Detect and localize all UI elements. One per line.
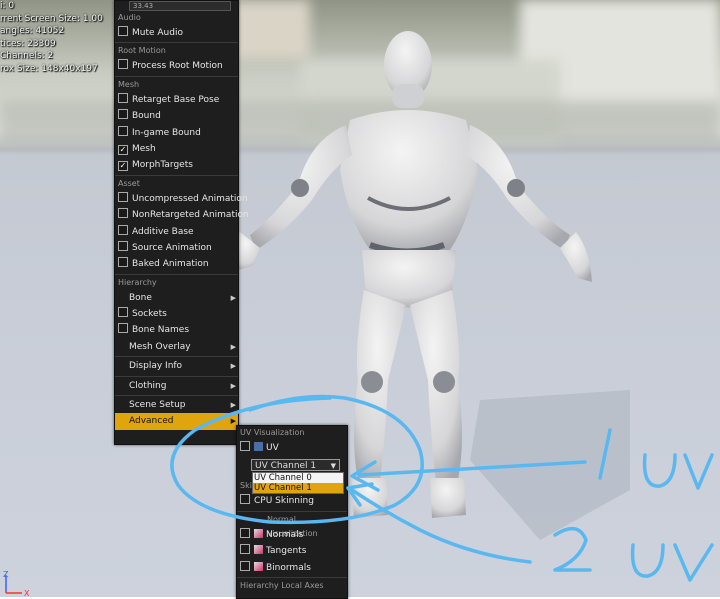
v2-glyph-annotation [673, 543, 714, 582]
one-glyph-annotation [598, 428, 612, 480]
two-glyph-annotation [553, 526, 592, 572]
circle-annotation [170, 394, 424, 525]
u-glyph-annotation [642, 453, 677, 488]
handwritten-annotations [170, 394, 714, 582]
arrow-2-annotation [346, 482, 532, 564]
v-glyph-annotation [683, 453, 714, 490]
arrow-1-annotation [350, 460, 587, 492]
u2-glyph-annotation [630, 543, 665, 578]
